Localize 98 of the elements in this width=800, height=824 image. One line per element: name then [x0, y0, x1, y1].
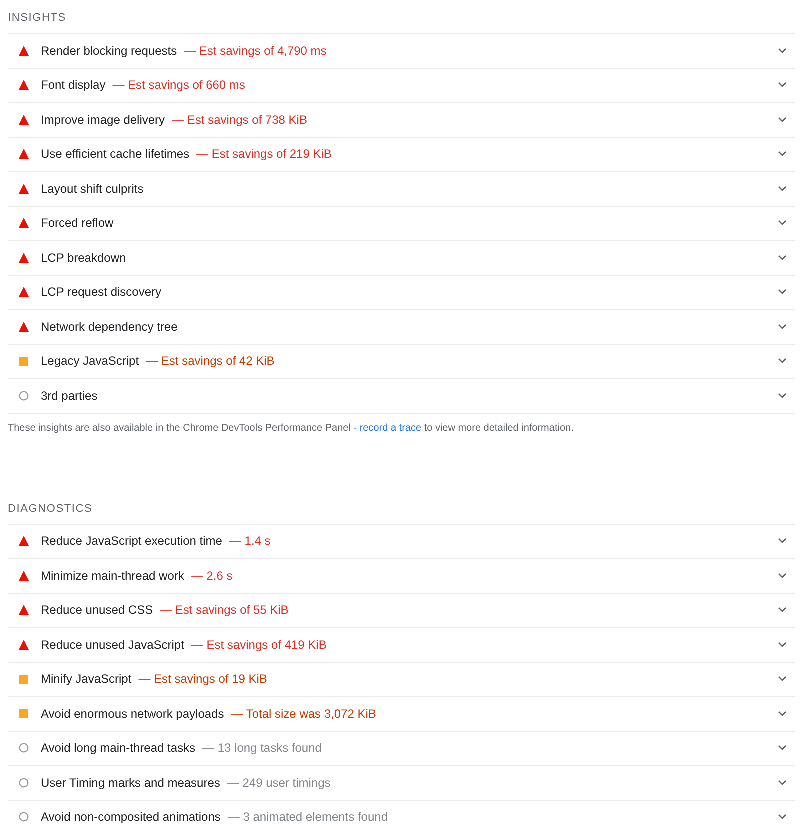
audit-detail: — Est savings of 219 KiB — [196, 147, 332, 162]
circle-icon — [19, 390, 29, 401]
circle-icon — [19, 778, 29, 788]
warning-triangle-icon — [19, 640, 29, 650]
audit-title: Avoid non-composited animations — [41, 810, 221, 824]
audit-detail: — 1.4 s — [229, 534, 271, 548]
square-icon — [19, 709, 28, 718]
chevron-down-icon[interactable] — [778, 358, 787, 364]
audit-row[interactable]: User Timing marks and measures — 249 user timings — [8, 765, 795, 800]
warning-triangle-icon — [19, 252, 29, 263]
audit-title: Reduce unused JavaScript — [41, 638, 184, 652]
audit-title: Reduce unused CSS — [41, 603, 154, 618]
audit-row[interactable]: Avoid long main-thread tasks — 13 long tasks found — [8, 730, 795, 765]
audit-detail: — Total size was 3,072 KiB — [231, 706, 376, 721]
chevron-down-icon[interactable] — [778, 324, 787, 330]
square-icon — [19, 356, 28, 366]
chevron-down-icon[interactable] — [778, 572, 787, 579]
audit-detail: — 3 animated elements found — [228, 810, 388, 824]
info-note: These insights are also available in the Chrome DevTools Performance Panel - record a trace to view more detailed information. — [8, 412, 795, 442]
audit-row[interactable]: Forced reflow — [8, 206, 795, 240]
warning-triangle-icon — [19, 80, 29, 90]
audit-title: Use efficient cache lifetimes — [41, 147, 190, 162]
audit-detail: — 13 long tasks found — [202, 741, 322, 756]
audit-row[interactable]: Reduce JavaScript execution time — 1.4 s — [8, 524, 795, 558]
audit-title: Render blocking requests — [41, 44, 178, 58]
audit-row[interactable]: Reduce unused JavaScript — Est savings of 419 KiB — [8, 627, 795, 662]
circle-icon — [19, 812, 29, 822]
warning-triangle-icon — [19, 149, 29, 160]
audit-title: Layout shift culprits — [41, 182, 144, 196]
chevron-down-icon[interactable] — [778, 220, 787, 226]
audit-row[interactable]: Network dependency tree — [8, 309, 795, 344]
audit-row[interactable]: 3rd parties — [8, 378, 795, 412]
warning-triangle-icon — [19, 322, 29, 332]
chevron-down-icon[interactable] — [778, 289, 787, 296]
audit-detail: — Est savings of 660 ms — [112, 78, 246, 92]
audit-row[interactable]: Legacy JavaScript — Est savings of 42 KiB — [8, 344, 795, 378]
audit-row[interactable]: LCP breakdown — [8, 240, 795, 274]
audit-row[interactable]: Font display — Est savings of 660 ms — [8, 68, 795, 102]
chevron-down-icon[interactable] — [778, 538, 787, 544]
audit-row[interactable]: Reduce unused CSS — Est savings of 55 KiB — [8, 592, 795, 627]
chevron-down-icon[interactable] — [778, 710, 787, 717]
audit-detail: — 2.6 s — [191, 568, 233, 583]
audit-row[interactable]: LCP request discovery — [8, 274, 795, 309]
audit-row[interactable]: Improve image delivery — Est savings of 738 KiB — [8, 102, 795, 136]
circle-icon — [19, 743, 29, 754]
audit-row[interactable]: Layout shift culprits — [8, 171, 795, 206]
chevron-down-icon[interactable] — [778, 814, 787, 820]
chevron-down-icon[interactable] — [778, 48, 787, 54]
record-trace-link[interactable]: record a trace — [360, 422, 422, 434]
audit-detail: — Est savings of 42 KiB — [146, 354, 275, 368]
audit-title: Network dependency tree — [41, 320, 178, 334]
audit-row[interactable]: Use efficient cache lifetimes — Est savings of 219 KiB — [8, 136, 795, 171]
chevron-down-icon[interactable] — [778, 780, 787, 786]
audit-detail: — Est savings of 4,790 ms — [184, 44, 327, 58]
audit-detail: — Est savings of 738 KiB — [172, 112, 308, 127]
chevron-down-icon[interactable] — [778, 642, 787, 648]
audit-title: LCP breakdown — [41, 250, 126, 265]
audit-detail: — Est savings of 55 KiB — [160, 603, 289, 618]
square-icon — [19, 674, 28, 684]
audit-title: Reduce JavaScript execution time — [41, 534, 222, 548]
audit-title: Forced reflow — [41, 216, 114, 230]
section-heading: INSIGHTS — [8, 11, 68, 26]
audit-title: Improve image delivery — [41, 112, 166, 127]
audit-title: 3rd parties — [41, 388, 98, 403]
audit-detail: — Est savings of 419 KiB — [191, 638, 327, 652]
audit-title: Avoid long main-thread tasks — [41, 741, 196, 756]
chevron-down-icon[interactable] — [778, 607, 787, 614]
audit-title: Minify JavaScript — [41, 672, 132, 686]
audit-title: Avoid enormous network payloads — [41, 706, 224, 721]
audit-detail: — Est savings of 19 KiB — [138, 672, 268, 686]
chevron-down-icon[interactable] — [778, 392, 787, 399]
warning-triangle-icon — [19, 287, 29, 298]
audit-title: LCP request discovery — [41, 285, 162, 300]
audit-row[interactable]: Avoid enormous network payloads — Total size was 3,072 KiB — [8, 696, 795, 730]
chevron-down-icon[interactable] — [778, 254, 787, 261]
audit-title: Minimize main-thread work — [41, 568, 184, 583]
chevron-down-icon[interactable] — [778, 186, 787, 192]
audit-row[interactable]: Avoid non-composited animations — 3 animated elements found — [8, 800, 795, 824]
audit-title: Legacy JavaScript — [41, 354, 140, 368]
chevron-down-icon[interactable] — [778, 82, 787, 88]
audit-title: User Timing marks and measures — [41, 776, 220, 790]
warning-triangle-icon — [19, 184, 29, 194]
chevron-down-icon[interactable] — [778, 116, 787, 123]
section-heading: DIAGNOSTICS — [8, 502, 94, 516]
warning-triangle-icon — [19, 114, 29, 125]
warning-triangle-icon — [19, 46, 29, 56]
audit-row[interactable]: Minify JavaScript — Est savings of 19 KiB — [8, 662, 795, 696]
warning-triangle-icon — [19, 570, 29, 581]
audit-row[interactable]: Minimize main-thread work — 2.6 s — [8, 558, 795, 592]
warning-triangle-icon — [19, 536, 29, 546]
warning-triangle-icon — [19, 218, 29, 228]
chevron-down-icon[interactable] — [778, 745, 787, 752]
chevron-down-icon[interactable] — [778, 676, 787, 682]
chevron-down-icon[interactable] — [778, 151, 787, 158]
audit-title: Font display — [41, 78, 106, 92]
audit-detail: — 249 user timings — [227, 776, 331, 790]
audit-row[interactable]: Render blocking requests — Est savings of 4,790 ms — [8, 33, 795, 68]
warning-triangle-icon — [19, 605, 29, 616]
